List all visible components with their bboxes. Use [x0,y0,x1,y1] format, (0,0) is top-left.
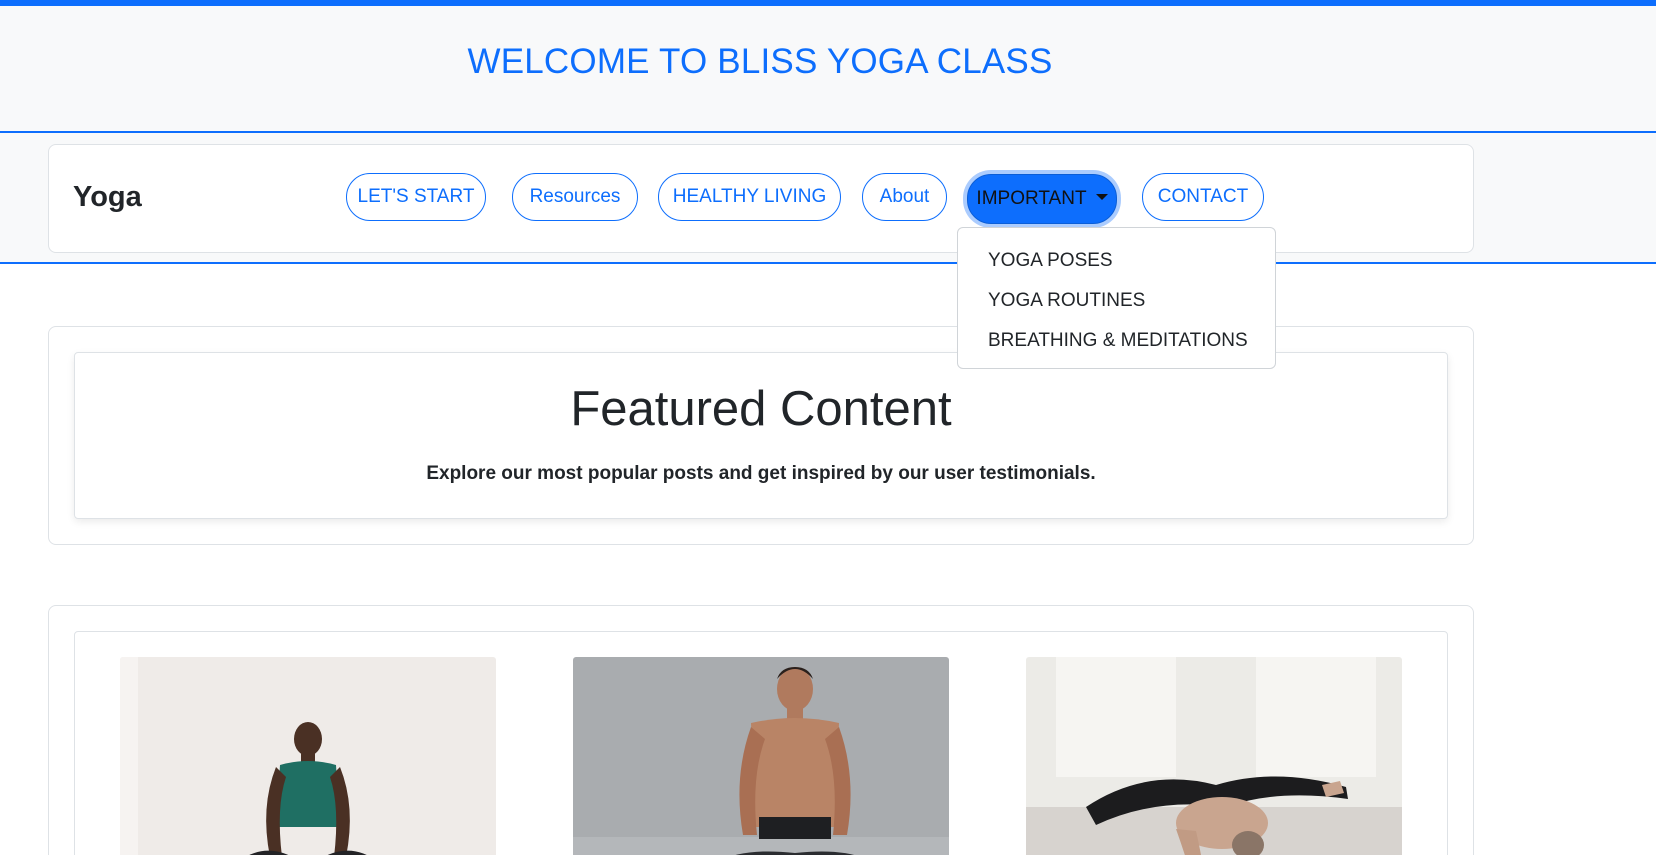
dropdown-item-yoga-routines[interactable]: YOGA ROUTINES [958,281,1275,321]
featured-title: Featured Content [570,382,952,436]
featured-card: Featured Content Explore our most popula… [74,352,1448,519]
nav-about-button[interactable]: About [862,173,947,221]
dropdown-item-yoga-poses[interactable]: YOGA POSES [958,241,1275,281]
featured-subtitle: Explore our most popular posts and get i… [426,463,1096,484]
dropdown-item-breathing-meditations[interactable]: BREATHING & MEDITATIONS [958,321,1275,361]
navbar-brand[interactable]: Yoga [73,181,142,214]
nav-important-label: IMPORTANT [976,188,1087,209]
important-dropdown-menu: YOGA POSES YOGA ROUTINES BREATHING & MED… [957,227,1276,369]
nav-healthy-living-button[interactable]: HEALTHY LIVING [658,173,841,221]
gallery-card [74,631,1448,855]
nav-resources-button[interactable]: Resources [512,173,638,221]
yoga-photo-butterfly-pose[interactable] [120,657,496,855]
yoga-photo-arm-balance[interactable] [1026,657,1402,855]
gallery-section [48,605,1474,855]
nav-lets-start-button[interactable]: LET'S START [346,173,486,221]
site-header: WELCOME TO BLISS YOGA CLASS [0,6,1656,133]
yoga-photo-seated-meditation[interactable] [573,657,949,855]
nav-important-dropdown-toggle[interactable]: IMPORTANT [967,174,1117,224]
caret-down-icon [1095,194,1108,200]
nav-band: Yoga LET'S START Resources HEALTHY LIVIN… [0,133,1656,264]
site-title: WELCOME TO BLISS YOGA CLASS [467,42,1053,81]
nav-contact-button[interactable]: CONTACT [1142,173,1264,221]
